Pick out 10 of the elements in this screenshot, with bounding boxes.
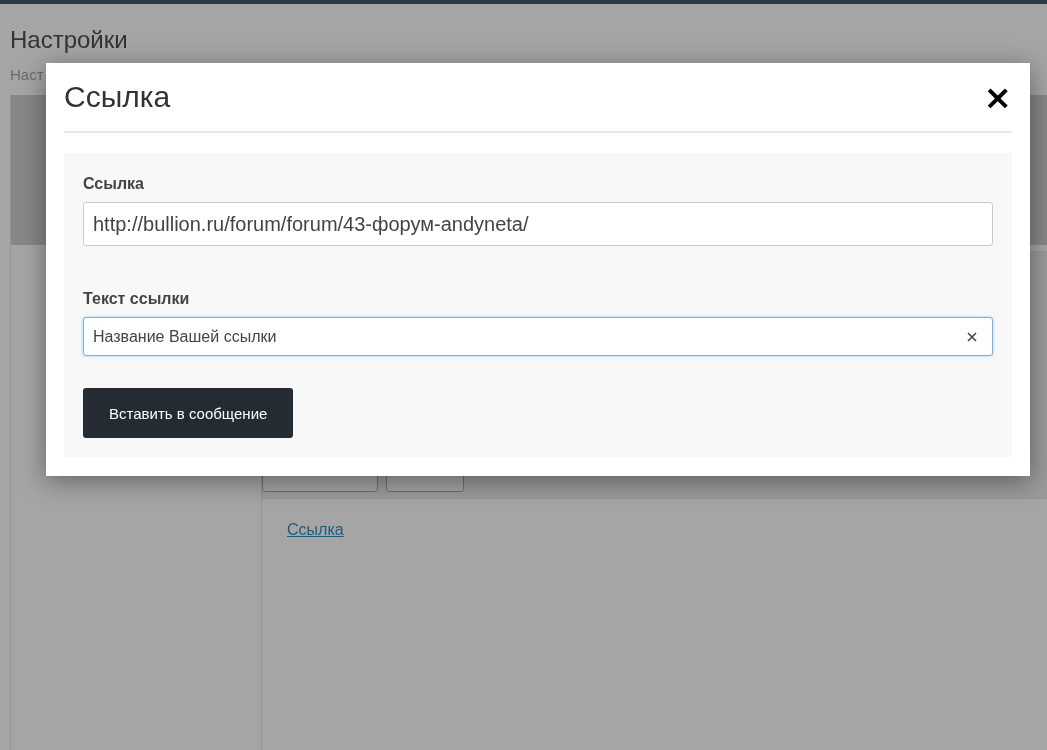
input-field[interactable]: Название Вашей ссылки (83, 317, 993, 356)
dialog-title: Ссылка (64, 80, 171, 114)
insert-button[interactable]: Вставить в сообщение (83, 388, 294, 438)
input-field[interactable]: http://bullion.ru/forum/forum/43-форум-andyneta/ (83, 202, 993, 246)
breadcrumb: Наст (10, 66, 45, 83)
clear-icon[interactable] (967, 331, 977, 342)
close-button[interactable]: × (983, 80, 1012, 114)
field-label: Ссылка (83, 175, 145, 193)
page-title: Настройки (10, 26, 129, 54)
field-label: Текст ссылки (83, 290, 191, 308)
